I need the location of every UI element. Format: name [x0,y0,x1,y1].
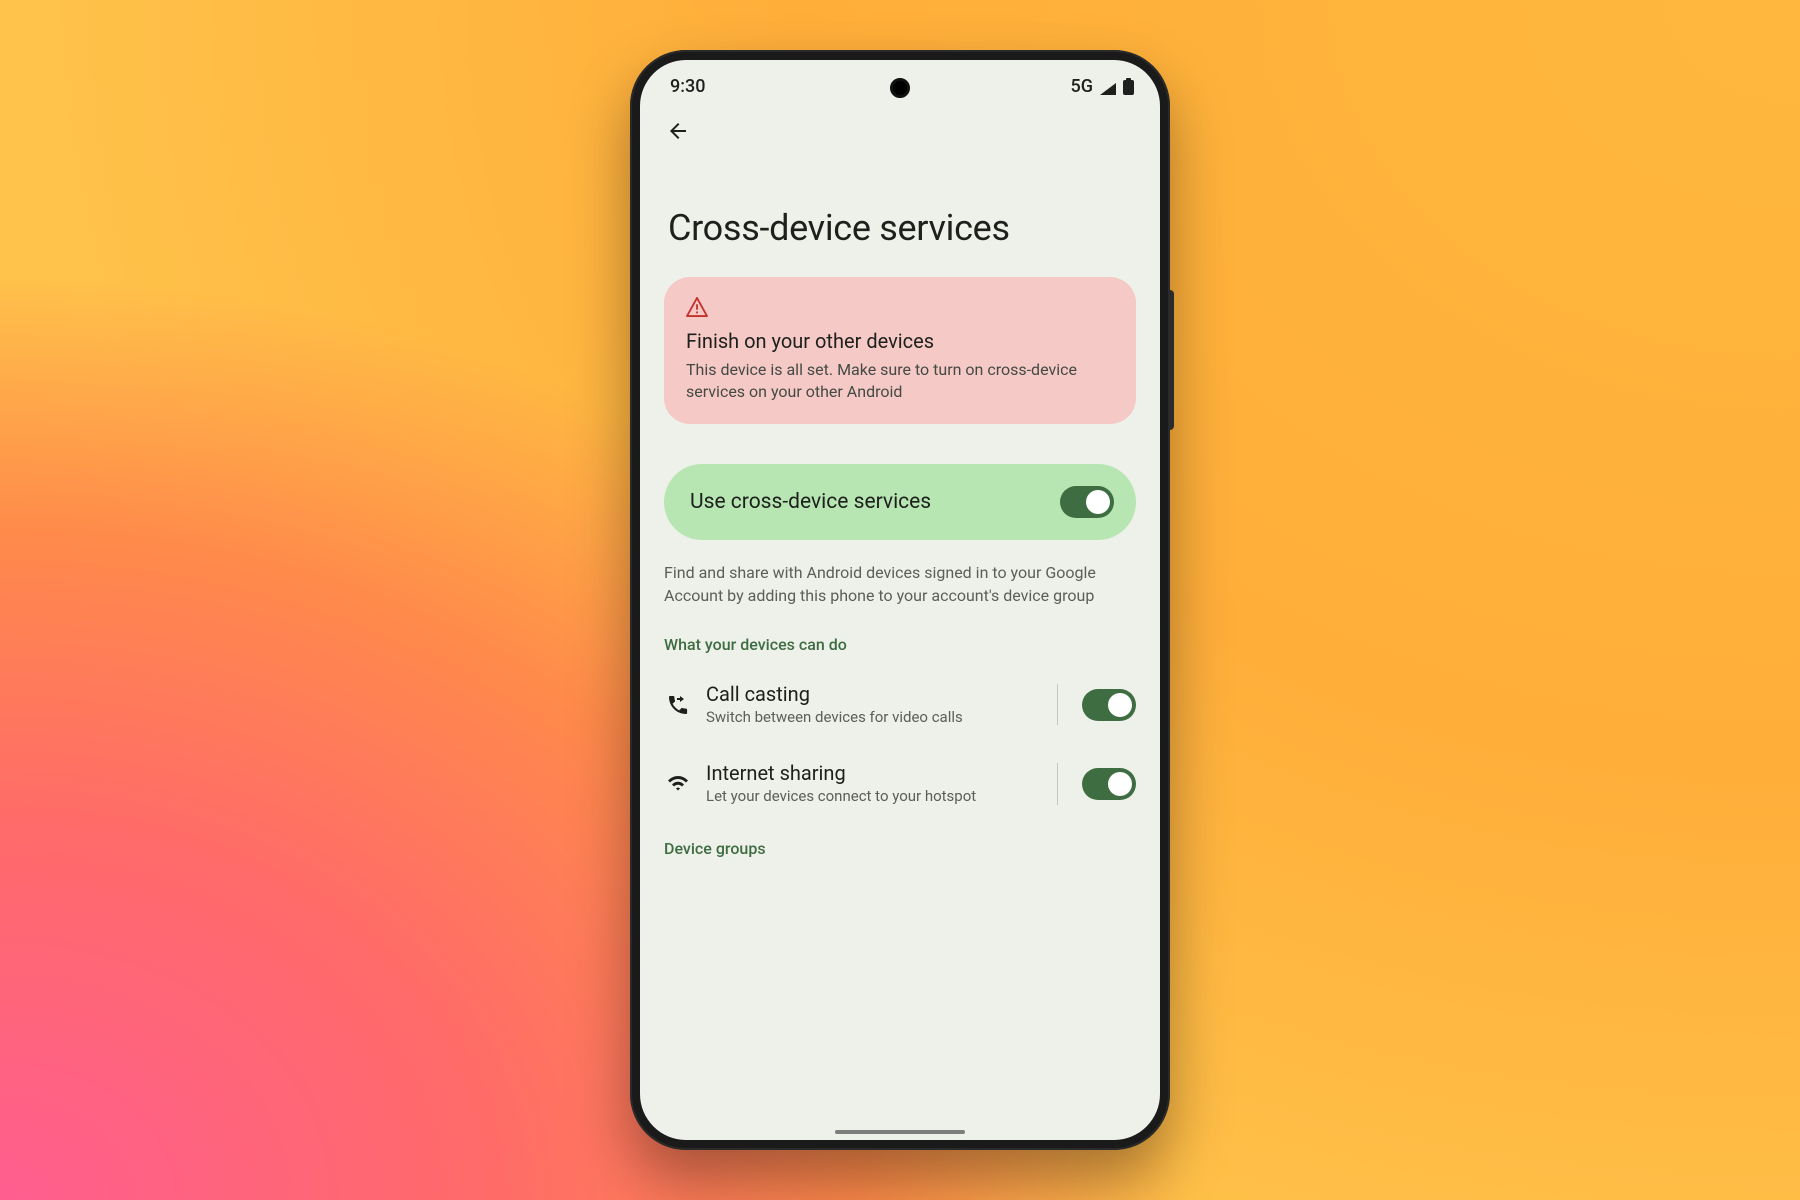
arrow-back-icon [666,119,690,147]
feature-internet-sharing[interactable]: Internet sharing Let your devices connec… [664,755,1136,813]
alert-title: Finish on your other devices [686,329,1114,353]
feature-call-casting[interactable]: Call casting Switch between devices for … [664,676,1136,734]
divider [1057,684,1058,726]
master-toggle-label: Use cross-device services [690,490,931,514]
feature-subtitle: Let your devices connect to your hotspot [706,787,1037,807]
master-toggle[interactable] [1060,486,1114,518]
screen: 9:30 5G Cross-device services [640,60,1160,1140]
page-title: Cross-device services [640,161,1160,277]
front-camera [890,78,910,98]
alert-card: Finish on your other devices This device… [664,277,1136,424]
feature-subtitle: Switch between devices for video calls [706,708,1037,728]
app-bar [640,101,1160,161]
back-button[interactable] [658,113,698,153]
alert-body: This device is all set. Make sure to tur… [686,359,1114,402]
feature-title: Call casting [706,682,1037,706]
call-casting-toggle[interactable] [1082,689,1136,721]
phone-forwarded-icon [664,691,692,719]
internet-sharing-toggle[interactable] [1082,768,1136,800]
section-header: What your devices can do [664,635,1136,654]
divider [1057,763,1058,805]
signal-icon [1099,80,1117,94]
battery-icon [1123,78,1134,95]
feature-title: Internet sharing [706,761,1037,785]
warning-icon [686,297,1114,321]
helper-text: Find and share with Android devices sign… [664,562,1136,607]
status-network: 5G [1071,76,1094,97]
gesture-bar[interactable] [835,1130,965,1134]
phone-frame: 9:30 5G Cross-device services [630,50,1170,1150]
device-groups-link[interactable]: Device groups [664,839,1136,876]
master-toggle-row[interactable]: Use cross-device services [664,464,1136,540]
status-time: 9:30 [670,76,705,97]
wifi-icon [664,770,692,798]
